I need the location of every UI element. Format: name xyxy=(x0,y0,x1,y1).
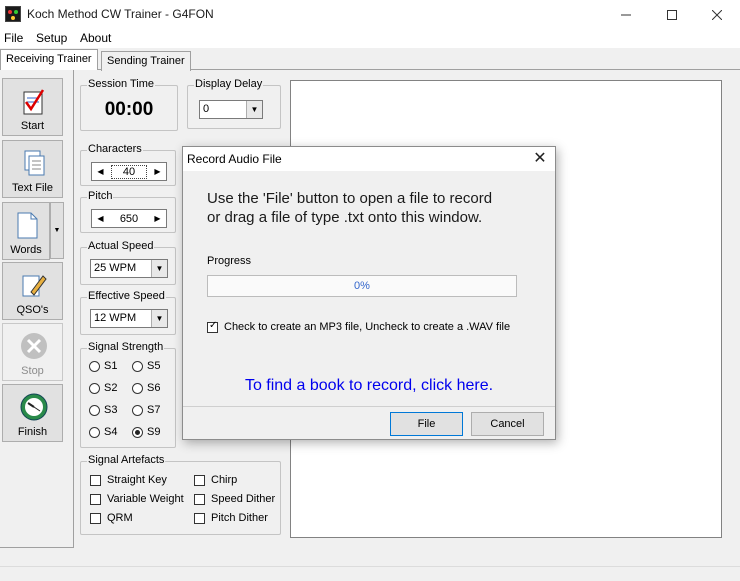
close-icon[interactable] xyxy=(694,0,740,29)
menu-setup[interactable]: Setup xyxy=(36,31,67,45)
file-button[interactable]: File xyxy=(390,412,463,436)
page-icon xyxy=(13,210,41,240)
characters-spinner[interactable]: ◀ 40 ▶ xyxy=(91,162,167,181)
actual-speed-select[interactable]: 25 WPM ▼ xyxy=(90,259,168,278)
toolbar: Start Text File Words ▼ QSO's Stop Finis… xyxy=(0,70,74,548)
radio-s9[interactable]: S9 xyxy=(132,426,160,438)
menu-about[interactable]: About xyxy=(80,31,111,45)
chevron-down-icon: ▼ xyxy=(151,310,167,327)
tab-sending-trainer[interactable]: Sending Trainer xyxy=(101,51,191,71)
stop-icon xyxy=(19,331,47,361)
checkbox-speed-dither[interactable]: Speed Dither xyxy=(194,493,275,505)
dialog-divider xyxy=(183,406,555,407)
document-icon xyxy=(19,148,47,178)
radio-s7[interactable]: S7 xyxy=(132,404,160,416)
radio-s3[interactable]: S3 xyxy=(89,404,117,416)
cancel-button[interactable]: Cancel xyxy=(471,412,544,436)
words-button[interactable]: Words xyxy=(2,202,50,260)
decrement-icon[interactable]: ◀ xyxy=(92,167,109,176)
checkbox-pitch-dither[interactable]: Pitch Dither xyxy=(194,512,268,524)
signal-strength-group: Signal Strength S1 S2 S3 S4 S5 S6 S7 S9 xyxy=(80,341,176,448)
pitch-group: Pitch ◀ 650 ▶ xyxy=(80,190,176,233)
text-file-button[interactable]: Text File xyxy=(2,140,63,198)
checkbox-qrm[interactable]: QRM xyxy=(90,512,133,524)
effective-speed-select[interactable]: 12 WPM ▼ xyxy=(90,309,168,328)
pencil-icon xyxy=(19,270,47,300)
session-time-value: 00:00 xyxy=(104,99,154,120)
stop-button[interactable]: Stop xyxy=(2,323,63,381)
window-title: Koch Method CW Trainer - G4FON xyxy=(27,7,214,21)
minimize-icon[interactable] xyxy=(603,0,649,29)
effective-speed-group: Effective Speed 12 WPM ▼ xyxy=(80,290,176,335)
close-icon[interactable]: ✕ xyxy=(525,147,555,171)
chevron-down-icon: ▼ xyxy=(151,260,167,277)
increment-icon[interactable]: ▶ xyxy=(149,214,166,223)
maximize-icon[interactable] xyxy=(649,0,695,29)
characters-group: Characters ◀ 40 ▶ xyxy=(80,143,176,186)
session-time-group: Session Time 00:00 xyxy=(80,78,178,131)
radio-s5[interactable]: S5 xyxy=(132,360,160,372)
progress-text: 0% xyxy=(354,280,370,292)
chevron-down-icon: ▼ xyxy=(246,101,262,118)
find-book-link[interactable]: To find a book to record, click here. xyxy=(183,377,555,395)
progress-bar: 0% xyxy=(207,275,517,297)
radio-s2[interactable]: S2 xyxy=(89,382,117,394)
dialog-title-bar: Record Audio File ✕ xyxy=(183,147,555,171)
words-dropdown-icon[interactable]: ▼ xyxy=(50,202,64,259)
radio-s4[interactable]: S4 xyxy=(89,426,117,438)
decrement-icon[interactable]: ◀ xyxy=(92,214,109,223)
app-icon xyxy=(5,6,21,22)
checkbox-straight-key[interactable]: Straight Key xyxy=(90,474,167,486)
actual-speed-group: Actual Speed 25 WPM ▼ xyxy=(80,240,176,285)
radio-s6[interactable]: S6 xyxy=(132,382,160,394)
progress-label: Progress xyxy=(207,255,252,267)
status-bar xyxy=(0,566,740,581)
dialog-instructions: Use the 'File' button to open a file to … xyxy=(207,190,493,226)
menu-bar: File Setup About xyxy=(0,29,740,48)
qsos-button[interactable]: QSO's xyxy=(2,262,63,320)
dialog-title: Record Audio File xyxy=(187,152,282,166)
increment-icon[interactable]: ▶ xyxy=(149,167,166,176)
record-audio-dialog: Record Audio File ✕ Use the 'File' butto… xyxy=(182,146,556,440)
display-delay-group: Display Delay 0 ▼ xyxy=(187,78,281,129)
checkbox-chirp[interactable]: Chirp xyxy=(194,474,237,486)
radio-s1[interactable]: S1 xyxy=(89,360,117,372)
display-delay-select[interactable]: 0 ▼ xyxy=(199,100,263,119)
title-bar: Koch Method CW Trainer - G4FON xyxy=(0,0,740,29)
stopwatch-icon xyxy=(19,392,48,422)
finish-button[interactable]: Finish xyxy=(2,384,63,442)
menu-file[interactable]: File xyxy=(4,31,23,45)
checklist-icon xyxy=(19,86,47,116)
start-button[interactable]: Start xyxy=(2,78,63,136)
pitch-spinner[interactable]: ◀ 650 ▶ xyxy=(91,209,167,228)
signal-artefacts-group: Signal Artefacts Straight Key Variable W… xyxy=(80,454,281,535)
tab-receiving-trainer[interactable]: Receiving Trainer xyxy=(0,49,98,70)
checkbox-variable-weight[interactable]: Variable Weight xyxy=(90,493,184,505)
mp3-checkbox[interactable]: Check to create an MP3 file, Uncheck to … xyxy=(207,320,510,333)
